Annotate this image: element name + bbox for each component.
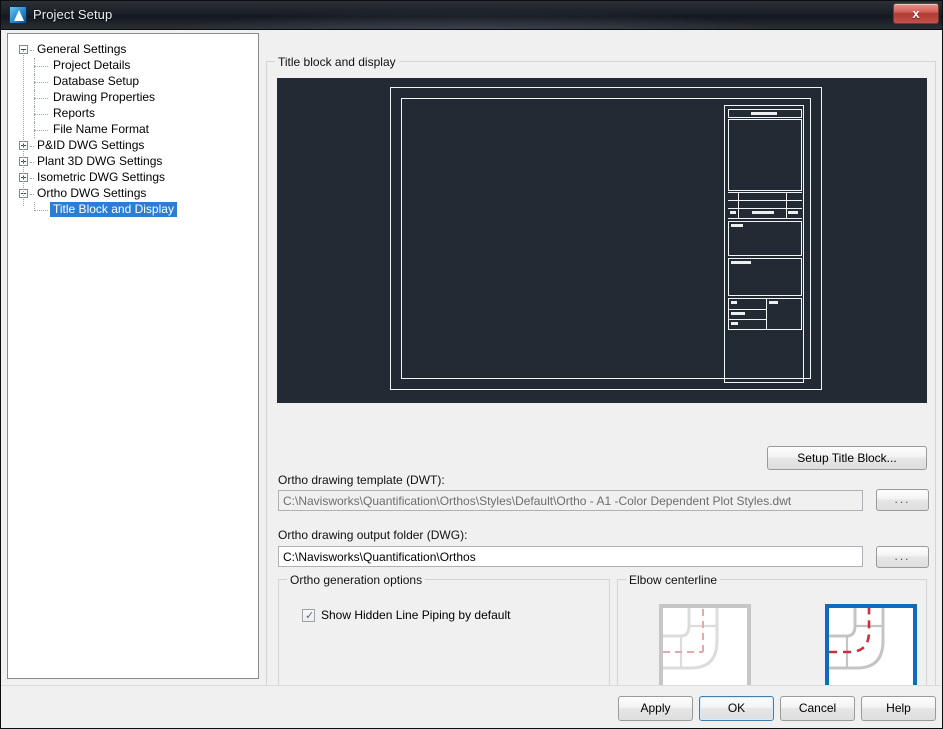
title-block-cell-text-a <box>730 211 736 214</box>
elbow-option-cornered[interactable]: Cornered <box>659 604 751 714</box>
group-label-title-block: Title block and display <box>275 55 399 69</box>
apply-button[interactable]: Apply <box>618 696 693 721</box>
tree-connector-vertical <box>34 202 36 211</box>
tree-item-label: Ortho DWG Settings <box>37 186 147 200</box>
tree-connector-vertical <box>34 74 36 90</box>
tree-item-label: Plant 3D DWG Settings <box>37 154 163 168</box>
title-block-stamp-text-a <box>731 301 737 304</box>
tree-connector <box>34 210 48 212</box>
tree-connector <box>34 82 48 84</box>
tree-item-label: Reports <box>53 106 96 120</box>
title-block-table <box>724 105 804 383</box>
tree-connector <box>34 130 48 132</box>
tree-item-label: P&ID DWG Settings <box>37 138 145 152</box>
dialog-button-bar: Apply OK Cancel Help <box>1 685 942 728</box>
title-bar: Project Setup x <box>1 1 942 30</box>
title-block-stamp-rule-2 <box>728 319 767 320</box>
title-block-rule-3 <box>728 208 802 209</box>
title-block-stamp-text-b <box>731 312 745 315</box>
title-block-org-label <box>731 261 751 264</box>
tree-connector <box>30 146 34 148</box>
curved-elbow-diagram <box>829 608 885 670</box>
tree-item-project-details[interactable]: Project Details <box>8 58 258 74</box>
title-block-header-text <box>751 112 777 115</box>
settings-tree[interactable]: General Settings Project Details Database … <box>7 33 259 679</box>
tree-connector <box>34 98 48 100</box>
tree-item-file-name-format[interactable]: File Name Format <box>8 122 258 138</box>
tree-item-drawing-properties[interactable]: Drawing Properties <box>8 90 258 106</box>
tree-connector <box>34 66 48 68</box>
title-block-cell-text-c <box>788 211 798 214</box>
group-label-ortho-options: Ortho generation options <box>287 573 426 587</box>
title-block-rule-2 <box>728 200 802 201</box>
tree-item-label: Database Setup <box>53 74 140 88</box>
title-block-rule-4 <box>728 218 802 219</box>
tree-connector <box>30 178 34 180</box>
drawing-preview <box>277 78 927 403</box>
title-block-col-2 <box>786 192 787 218</box>
close-icon: x <box>912 6 920 21</box>
help-button[interactable]: Help <box>861 696 936 721</box>
tree-item-isometric-dwg-settings[interactable]: Isometric DWG Settings <box>8 170 258 186</box>
sheet-inner-border <box>401 98 811 383</box>
elbow-thumb-cornered[interactable] <box>659 604 751 694</box>
title-block-list-area <box>728 119 802 191</box>
checkmark-icon: ✓ <box>305 609 315 622</box>
tree-item-label: Drawing Properties <box>53 90 156 104</box>
title-block-col-1 <box>738 192 739 218</box>
sheet-outer-border <box>390 87 822 390</box>
tree-spine <box>23 50 25 206</box>
autocad-logo-icon <box>9 6 27 24</box>
elbow-option-curved[interactable]: Curved <box>825 604 917 714</box>
title-block-stamp-rule-1 <box>728 309 767 310</box>
tree-item-general-settings[interactable]: General Settings <box>8 42 258 58</box>
cancel-button[interactable]: Cancel <box>780 696 855 721</box>
tree-item-label: Isometric DWG Settings <box>37 170 166 184</box>
title-block-stamp-col <box>766 298 767 330</box>
tree-connector <box>30 50 34 52</box>
tree-item-title-block-and-display[interactable]: Title Block and Display <box>8 202 258 218</box>
dialog-client-area: General Settings Project Details Database … <box>1 30 942 728</box>
window-title: Project Setup <box>33 7 113 22</box>
ortho-output-browse-button[interactable]: ... <box>876 546 929 568</box>
tree-item-reports[interactable]: Reports <box>8 106 258 122</box>
title-block-stamp-text-c <box>731 322 738 325</box>
tree-connector-vertical <box>34 106 36 122</box>
title-block-rule-1 <box>728 192 802 193</box>
tree-item-database-setup[interactable]: Database Setup <box>8 74 258 90</box>
ortho-template-label: Ortho drawing template (DWT): <box>278 473 445 487</box>
close-button[interactable]: x <box>893 3 939 24</box>
ortho-output-input[interactable] <box>278 546 863 567</box>
title-block-cell-text-b <box>752 211 774 214</box>
ortho-output-label: Ortho drawing output folder (DWG): <box>278 528 468 542</box>
cornered-elbow-diagram <box>663 608 719 670</box>
tree-item-ortho-dwg-settings[interactable]: Ortho DWG Settings <box>8 186 258 202</box>
tree-item-label: Title Block and Display <box>50 202 177 217</box>
tree-connector <box>30 194 34 196</box>
tree-connector-vertical <box>34 90 36 106</box>
title-block-project-label <box>731 224 743 227</box>
show-hidden-line-piping-checkbox[interactable]: ✓ <box>302 609 315 622</box>
tree-item-label: File Name Format <box>53 122 150 136</box>
show-hidden-line-piping-label: Show Hidden Line Piping by default <box>321 608 511 622</box>
project-setup-dialog: Project Setup x General Settings Project … <box>0 0 943 729</box>
tree-connector-vertical <box>34 122 36 138</box>
elbow-thumb-curved[interactable] <box>825 604 917 694</box>
tree-item-plant-3d-dwg-settings[interactable]: Plant 3D DWG Settings <box>8 154 258 170</box>
title-block-stamp-text-d <box>769 301 778 304</box>
group-label-elbow-centerline: Elbow centerline <box>626 573 721 587</box>
tree-item-label: General Settings <box>37 42 127 56</box>
ok-button[interactable]: OK <box>699 696 774 721</box>
title-block-and-display-group: Title block and display Setup Title Bloc… <box>266 55 936 721</box>
tree-item-p-id-dwg-settings[interactable]: P&ID DWG Settings <box>8 138 258 154</box>
ortho-template-input[interactable] <box>278 490 863 511</box>
title-bar-glow <box>1 1 942 29</box>
tree-connector-vertical <box>34 58 36 74</box>
tree-item-label: Project Details <box>53 58 131 72</box>
tree-connector <box>34 114 48 116</box>
tree-connector <box>30 162 34 164</box>
ortho-template-browse-button[interactable]: ... <box>876 489 929 511</box>
title-block-and-display-pane: Title block and display Setup Title Bloc… <box>266 30 936 721</box>
setup-title-block-button[interactable]: Setup Title Block... <box>767 446 927 470</box>
